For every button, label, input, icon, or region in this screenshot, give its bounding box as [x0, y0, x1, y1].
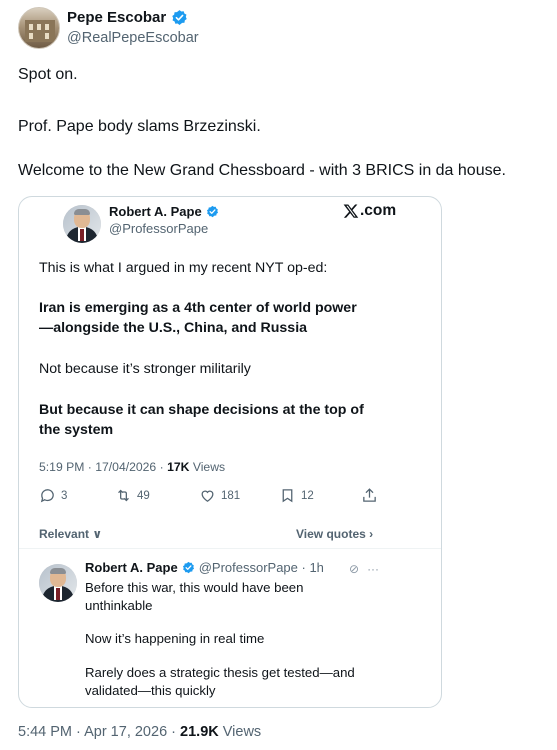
quoted-author-avatar: [63, 205, 101, 243]
quoted-author-handle: @ProfessorPape: [109, 221, 209, 236]
reply-text-line: Before this war, this would have been: [85, 580, 304, 595]
quoted-author-name: Robert A. Pape: [109, 204, 202, 219]
post-date[interactable]: Apr 17, 2026: [84, 724, 167, 740]
reply-text-line: Rarely does a strategic thesis get teste…: [85, 665, 355, 680]
reply-icon: [40, 489, 54, 503]
relevant-sort: Relevant ∨: [39, 527, 103, 541]
post-meta: 5:44 PM · Apr 17, 2026 · 21.9K Views: [18, 724, 261, 740]
x-logo: .com: [343, 202, 396, 220]
quoted-action-bar: 3 49 181 12: [39, 487, 379, 507]
post-text-line: Welcome to the New Grand Chessboard - wi…: [18, 162, 506, 179]
avatar-window: [37, 24, 41, 30]
meta-separator: ·: [76, 724, 85, 740]
quoted-text-line: Not because it’s stronger militarily: [39, 361, 251, 377]
repost-icon: [118, 489, 129, 502]
reply-action: 3: [39, 487, 67, 504]
post-text-line: Prof. Pape body slams Brzezinski.: [18, 118, 261, 135]
quoted-meta: 5:19 PM · 17/04/2026 · 17K Views: [39, 460, 225, 474]
bookmark-icon: [282, 489, 293, 503]
reply-author-row: Robert A. Pape @ProfessorPape · 1h: [85, 560, 324, 575]
like-action: 181: [199, 487, 240, 504]
quoted-meta-views-count: 17K: [167, 460, 190, 474]
verified-badge-icon: [182, 561, 194, 574]
divider: [19, 548, 441, 549]
verified-badge-icon: [206, 205, 218, 218]
author-handle[interactable]: @RealPepeEscobar: [67, 30, 199, 46]
avatar-window: [45, 33, 49, 39]
quoted-text-line: Iran is emerging as a 4th center of worl…: [39, 300, 357, 316]
bookmark-count: 12: [301, 489, 314, 502]
quoted-text-line: This is what I argued in my recent NYT o…: [39, 260, 328, 276]
embedded-screenshot-card[interactable]: Robert A. Pape @ProfessorPape .com This …: [18, 196, 442, 708]
share-icon: [363, 488, 376, 502]
post-views-label: Views: [222, 724, 262, 740]
reply-more-icons: ⊘ ···: [349, 562, 379, 576]
reply-text-line: validated—this quickly: [85, 683, 216, 698]
avatar-window: [29, 24, 33, 30]
heart-icon: [201, 490, 214, 502]
avatar-window: [45, 24, 49, 30]
view-quotes-link: View quotes ›: [296, 527, 374, 541]
avatar-window: [29, 33, 33, 39]
quoted-meta-views-label: Views: [192, 460, 226, 474]
repost-action: 49: [115, 487, 150, 504]
x-logo-text: .com: [360, 202, 397, 219]
like-count: 181: [221, 489, 241, 502]
reply-handle-time: @ProfessorPape · 1h: [198, 560, 324, 575]
x-icon: [343, 204, 359, 218]
post-text-line: Spot on.: [18, 66, 78, 83]
quoted-text-line: —alongside the U.S., China, and Russia: [39, 320, 308, 336]
author-name[interactable]: Pepe Escobar: [67, 9, 166, 26]
meta-separator: ·: [171, 724, 181, 740]
repost-count: 49: [137, 489, 150, 502]
post-time[interactable]: 5:44 PM: [18, 724, 72, 740]
quoted-meta-time: 5:19 PM · 17/04/2026 ·: [39, 460, 164, 474]
verified-badge-icon: [172, 10, 187, 25]
author-name-row: Pepe Escobar: [67, 9, 188, 26]
quoted-author-row: Robert A. Pape: [109, 204, 219, 219]
screenshot-content: Robert A. Pape @ProfessorPape .com This …: [19, 197, 441, 707]
author-avatar[interactable]: [18, 7, 60, 49]
reply-count: 3: [61, 489, 68, 502]
grok-icon: ⊘: [349, 562, 360, 576]
reply-author-avatar: [39, 564, 77, 602]
share-action: [361, 487, 378, 504]
quoted-text-line: But because it can shape decisions at th…: [39, 402, 364, 418]
reply-author-name: Robert A. Pape: [85, 560, 178, 575]
quoted-text-line: the system: [39, 422, 114, 438]
more-icon: ···: [367, 562, 380, 576]
post-views-count: 21.9K: [180, 724, 219, 740]
bookmark-action: 12: [279, 487, 314, 504]
reply-text-line: Now it’s happening in real time: [85, 631, 265, 646]
reply-text-line: unthinkable: [85, 598, 153, 613]
